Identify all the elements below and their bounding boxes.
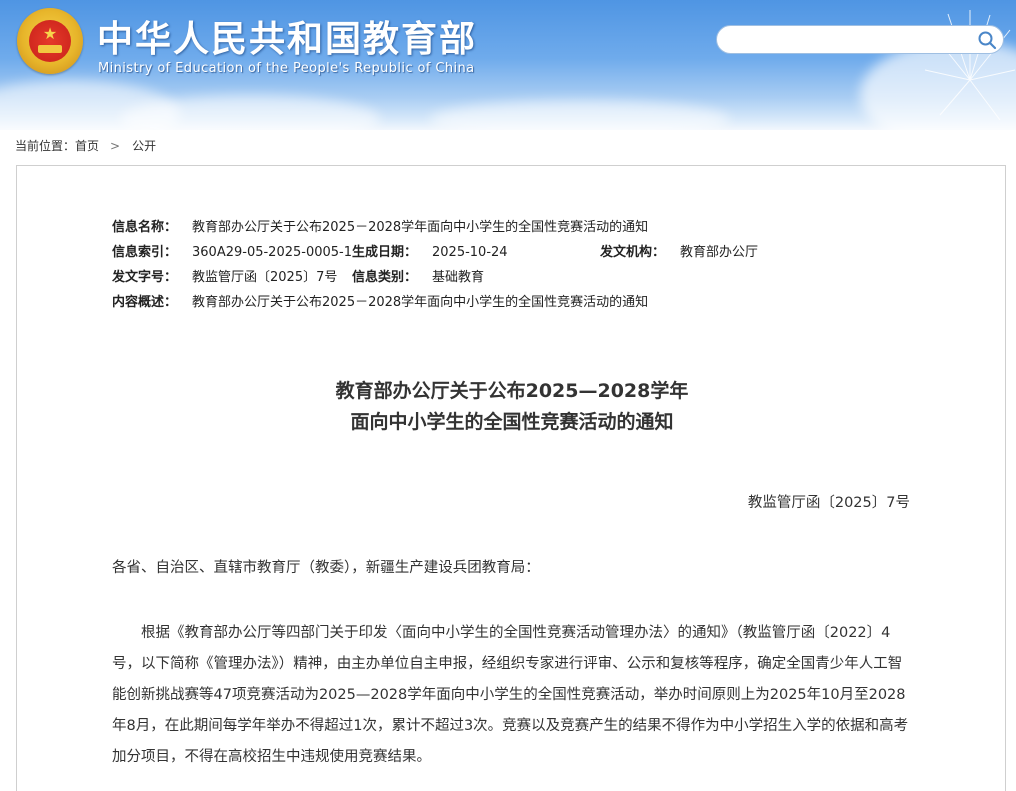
- meta-docno-label: 发文字号：: [112, 270, 178, 285]
- document-number: 教监管厅函〔2025〕7号: [747, 495, 910, 511]
- meta-row-summary: 内容概述： 教育部办公厅关于公布2025－2028学年面向中小学生的全国性竞赛活…: [112, 293, 912, 318]
- site-subtitle: Ministry of Education of the People's Re…: [98, 61, 475, 76]
- site-header: ★ 中华人民共和国教育部 Ministry of Education of th…: [0, 0, 1016, 130]
- meta-date-label: 生成日期：: [352, 245, 418, 260]
- meta-issuer-label: 发文机构：: [600, 245, 666, 260]
- meta-row-name: 信息名称： 教育部办公厅关于公布2025－2028学年面向中小学生的全国性竞赛活…: [112, 218, 912, 243]
- document-meta: 信息名称： 教育部办公厅关于公布2025－2028学年面向中小学生的全国性竞赛活…: [112, 218, 912, 318]
- dandelion-decoration: [924, 10, 1016, 121]
- meta-category-label: 信息类别：: [352, 270, 418, 285]
- document-title-line1: 教育部办公厅关于公布2025—2028学年: [335, 380, 689, 402]
- meta-summary-value: 教育部办公厅关于公布2025－2028学年面向中小学生的全国性竞赛活动的通知: [192, 295, 649, 310]
- meta-docno-value: 教监管厅函〔2025〕7号: [192, 270, 338, 285]
- search-icon[interactable]: [977, 30, 997, 50]
- meta-issuer-value: 教育部办公厅: [680, 245, 759, 260]
- cloud-decoration: [430, 100, 730, 130]
- meta-name-value: 教育部办公厅关于公布2025－2028学年面向中小学生的全国性竞赛活动的通知: [192, 220, 649, 235]
- document-paragraph: 根据《教育部办公厅等四部门关于印发〈面向中小学生的全国性竞赛活动管理办法〉的通知…: [112, 625, 909, 765]
- meta-summary-label: 内容概述：: [112, 295, 178, 310]
- meta-date-value: 2025-10-24: [432, 245, 508, 260]
- meta-category-value: 基础教育: [432, 270, 485, 285]
- meta-index-value: 360A29-05-2025-0005-1: [192, 245, 352, 260]
- document-title: 教育部办公厅关于公布2025—2028学年 面向中小学生的全国性竞赛活动的通知: [17, 376, 1007, 438]
- meta-name-label: 信息名称：: [112, 220, 178, 235]
- document-card: 信息名称： 教育部办公厅关于公布2025－2028学年面向中小学生的全国性竞赛活…: [16, 165, 1006, 791]
- national-emblem-icon[interactable]: ★: [17, 8, 83, 74]
- breadcrumb-label: 当前位置：: [15, 138, 76, 153]
- meta-row-index: 信息索引： 360A29-05-2025-0005-1 生成日期： 2025-1…: [112, 243, 912, 268]
- meta-row-docno: 发文字号： 教监管厅函〔2025〕7号 信息类别： 基础教育: [112, 268, 912, 293]
- breadcrumb-current-link[interactable]: 公开: [132, 139, 156, 153]
- breadcrumb-separator-icon: >: [110, 138, 121, 153]
- search-box: [716, 25, 1004, 54]
- document-salutation: 各省、自治区、直辖市教育厅（教委），新疆生产建设兵团教育局：: [112, 560, 540, 576]
- meta-index-label: 信息索引：: [112, 245, 178, 260]
- document-title-line2: 面向中小学生的全国性竞赛活动的通知: [350, 411, 674, 433]
- breadcrumb-home-link[interactable]: 首页: [75, 139, 99, 153]
- site-title[interactable]: 中华人民共和国教育部: [97, 10, 477, 62]
- search-input[interactable]: [727, 30, 967, 50]
- breadcrumb: 当前位置：首页 > 公开: [15, 138, 156, 153]
